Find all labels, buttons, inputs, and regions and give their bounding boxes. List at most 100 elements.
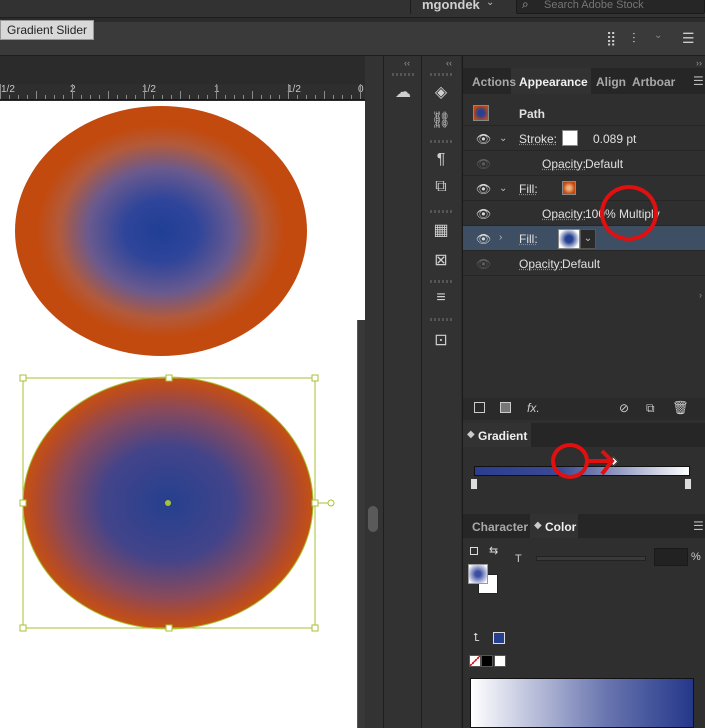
- chevron-down-icon[interactable]: ⌄: [580, 229, 596, 249]
- arrange-documents-icon[interactable]: ⣿: [606, 30, 616, 47]
- add-new-stroke-icon[interactable]: [474, 402, 485, 413]
- scrollbar-thumb[interactable]: [368, 506, 378, 532]
- stroke-weight-value[interactable]: 0.089 pt: [593, 132, 636, 146]
- opacity-label[interactable]: Opacity:: [542, 157, 586, 171]
- ruler-tick: [99, 95, 100, 99]
- duplicate-item-icon[interactable]: ⧉: [646, 401, 655, 416]
- fill-label[interactable]: Fill:: [519, 182, 538, 196]
- center-point[interactable]: [165, 500, 171, 506]
- object-type-label: Path: [519, 107, 546, 121]
- horizontal-ruler[interactable]: 1/2 2 1/2 1 1/2 0: [0, 84, 365, 100]
- delete-item-icon[interactable]: 🗑: [672, 400, 689, 416]
- ruler-tick: [180, 91, 181, 99]
- tint-value-input[interactable]: [654, 548, 688, 566]
- collapse-icon[interactable]: ‹‹: [446, 58, 452, 68]
- tab-appearance[interactable]: Appearance: [519, 75, 588, 89]
- vertical-scrollbar[interactable]: [365, 56, 383, 728]
- stroke-color-swatch[interactable]: [562, 130, 578, 146]
- collapse-icon[interactable]: ››: [696, 58, 702, 68]
- fill-gradient-swatch[interactable]: [558, 229, 580, 249]
- ruler-tick: [225, 95, 226, 99]
- fill-label[interactable]: Fill:: [519, 232, 538, 246]
- user-menu[interactable]: mgondek: [422, 0, 480, 12]
- default-fill-stroke-icon[interactable]: [470, 547, 478, 555]
- ruler-tick: [243, 95, 244, 99]
- tab-actions[interactable]: Actions: [472, 75, 516, 89]
- white-color-swatch[interactable]: [494, 655, 506, 667]
- creative-cloud-libraries-icon[interactable]: ☁: [383, 82, 423, 102]
- grip-handle[interactable]: [430, 280, 452, 283]
- tab-character[interactable]: Character: [472, 520, 528, 534]
- grip-handle[interactable]: [430, 73, 452, 76]
- grip-handle[interactable]: [392, 73, 414, 76]
- stroke-icon[interactable]: ≡: [421, 289, 461, 307]
- rotate-handle[interactable]: [327, 499, 335, 507]
- layers-icon[interactable]: ◈: [421, 82, 461, 102]
- ruler-tick: [90, 95, 91, 99]
- ruler-tick: [0, 84, 1, 99]
- links-icon[interactable]: ⛓: [421, 110, 461, 130]
- image-trace-icon[interactable]: ⊠: [421, 250, 461, 270]
- collapse-icon[interactable]: ‹‹: [404, 58, 410, 68]
- visibility-eye-icon[interactable]: 👁: [476, 157, 491, 171]
- artboard-canvas[interactable]: [0, 101, 365, 728]
- ruler-tick: [279, 95, 280, 99]
- visibility-eye-icon[interactable]: 👁: [476, 232, 491, 246]
- path-thumbnail: [473, 105, 489, 121]
- ruler-tick: [72, 84, 73, 99]
- pathfinder-icon[interactable]: ⧉: [421, 178, 461, 196]
- tab-align[interactable]: Align: [596, 75, 626, 89]
- tab-color[interactable]: Color: [545, 520, 576, 534]
- chevron-right-icon[interactable]: ›: [699, 290, 702, 300]
- ruler-tick: [126, 95, 127, 99]
- visibility-eye-icon[interactable]: 👁: [476, 182, 491, 196]
- paragraph-icon[interactable]: ¶: [421, 151, 461, 169]
- collapse-panel-icon[interactable]: ◆: [534, 520, 542, 531]
- ruler-tick: [207, 95, 208, 99]
- ruler-tick: [306, 95, 307, 99]
- chevron-down-icon[interactable]: ⌄: [654, 30, 662, 41]
- visibility-eye-icon[interactable]: 👁: [476, 257, 491, 271]
- transparency-icon[interactable]: ▦: [421, 220, 461, 240]
- workspace-switcher-icon[interactable]: ⫶: [632, 30, 636, 47]
- color-spectrum[interactable]: [470, 678, 694, 728]
- opacity-label[interactable]: Opacity:: [519, 257, 563, 271]
- chevron-down-icon[interactable]: ⌄: [499, 133, 507, 144]
- visibility-eye-icon[interactable]: 👁: [476, 132, 491, 146]
- stroke-label[interactable]: Stroke:: [519, 132, 557, 146]
- gradient-stop-left[interactable]: [470, 478, 478, 490]
- fill-color-box[interactable]: [468, 564, 488, 584]
- fill-gradient-swatch[interactable]: [562, 181, 576, 195]
- add-new-fill-icon[interactable]: [500, 402, 511, 413]
- tint-slider[interactable]: [536, 556, 646, 561]
- tab-artboards[interactable]: Artboar: [632, 75, 675, 89]
- swap-fill-stroke-icon[interactable]: ⇆: [489, 544, 498, 557]
- artwork[interactable]: [0, 101, 365, 728]
- opacity-label[interactable]: Opacity:: [542, 207, 586, 221]
- ruler-label: 1/2: [1, 84, 15, 95]
- ruler-tick: [261, 95, 262, 99]
- panel-menu-icon[interactable]: ☰: [693, 74, 704, 88]
- none-color-swatch[interactable]: [469, 655, 481, 667]
- chevron-down-icon[interactable]: ⌄: [486, 0, 494, 8]
- tab-gradient[interactable]: Gradient: [478, 429, 527, 443]
- gradient-ellipse-top[interactable]: [15, 106, 307, 356]
- grip-handle[interactable]: [430, 140, 452, 143]
- chevron-right-icon[interactable]: ›: [499, 232, 502, 243]
- chevron-down-icon[interactable]: ⌄: [499, 183, 507, 194]
- panel-menu-icon[interactable]: ☰: [682, 30, 695, 47]
- clear-appearance-icon[interactable]: ⊘: [619, 401, 629, 415]
- transform-icon[interactable]: ⊡: [421, 330, 461, 350]
- grip-handle[interactable]: [430, 210, 452, 213]
- search-input[interactable]: [544, 0, 694, 12]
- out-of-gamut-icon[interactable]: ⮤: [473, 632, 480, 645]
- collapse-panel-icon[interactable]: ◆: [467, 429, 475, 440]
- black-color-swatch[interactable]: [481, 655, 493, 667]
- grip-handle[interactable]: [430, 318, 452, 321]
- add-effect-icon[interactable]: fx.: [527, 401, 540, 415]
- gradient-stop-right[interactable]: [684, 478, 692, 490]
- gamut-color-swatch[interactable]: [493, 632, 505, 644]
- ruler-tick: [18, 95, 19, 99]
- visibility-eye-icon[interactable]: 👁: [476, 207, 491, 221]
- panel-menu-icon[interactable]: ☰: [693, 519, 704, 533]
